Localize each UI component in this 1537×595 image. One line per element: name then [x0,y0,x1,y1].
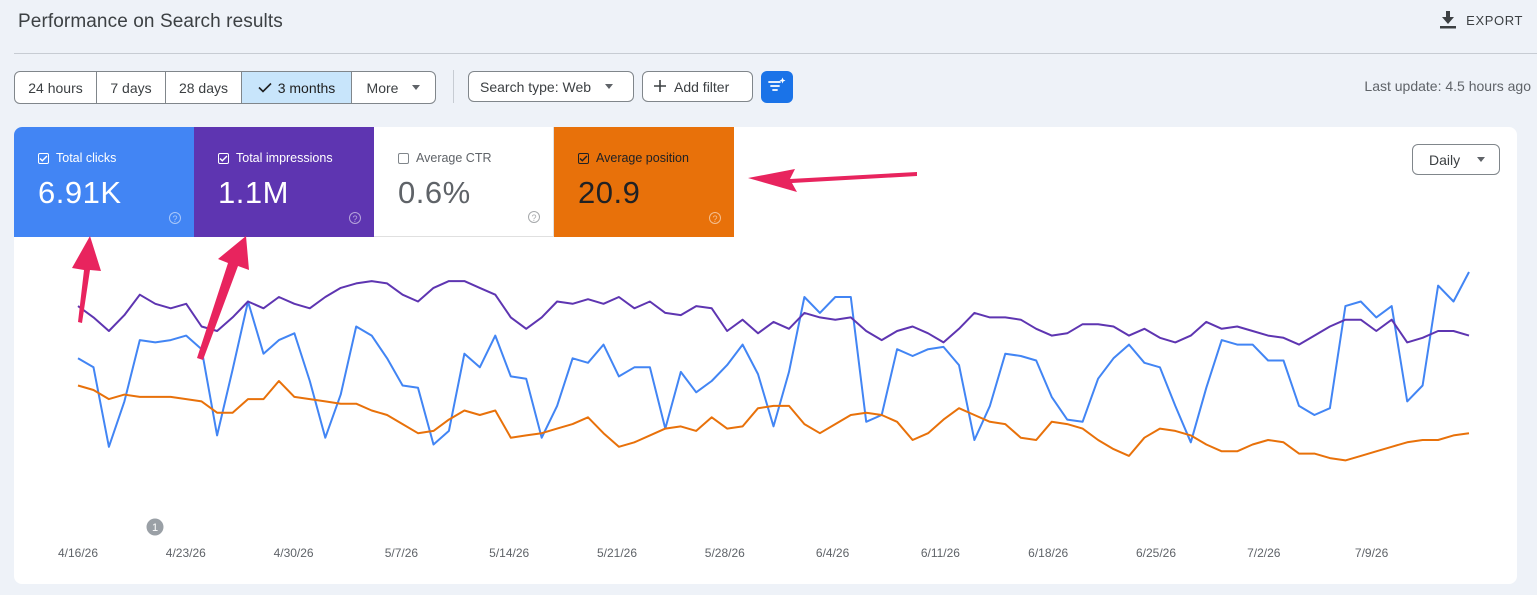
x-tick-label: 6/25/26 [1136,546,1176,560]
x-tick-label: 5/28/26 [705,546,745,560]
last-update-text: Last update: 4.5 hours ago [1364,78,1531,94]
export-label: EXPORT [1466,12,1523,28]
download-icon [1440,11,1457,29]
range-more-dropdown[interactable]: More [352,72,435,103]
annotation-marker-label: 1 [152,522,158,534]
x-tick-label: 5/21/26 [597,546,637,560]
header-divider [14,53,1537,54]
performance-line-chart: 1 4/16/26 4/23/26 4/30/26 5/7/26 5/14/26 5/21… [58,271,1470,560]
x-tick-label: 6/4/26 [816,546,850,560]
comparison-filter-button[interactable] [761,71,793,103]
performance-chart-card: Total clicks 6.91K ? Total impressions 1… [14,127,1517,584]
x-tick-label: 5/7/26 [385,546,419,560]
page-title: Performance on Search results [18,11,283,32]
range-label: 3 months [277,79,336,96]
chevron-down-icon [605,84,614,89]
range-28-days-button[interactable]: 28 days [166,72,242,103]
x-tick-label: 5/14/26 [489,546,529,560]
range-7-days-button[interactable]: 7 days [97,72,166,103]
x-tick-label: 6/11/26 [921,546,960,560]
filter-sparkle-icon [768,77,786,98]
x-tick-label: 4/23/26 [166,546,206,560]
search-type-dropdown[interactable]: Search type: Web [468,71,634,102]
add-filter-button[interactable]: Add filter [642,71,753,102]
x-tick-label: 7/9/26 [1355,546,1389,560]
annotation-marker[interactable]: 1 [146,518,164,536]
chevron-down-icon [412,85,421,90]
date-range-selector: 24 hours 7 days 28 days 3 months More [14,71,436,104]
series-line-total-impressions[interactable] [77,280,1470,346]
series-line-average-position[interactable] [77,380,1470,462]
search-type-label: Search type: Web [480,78,592,95]
plus-icon [654,79,666,95]
x-tick-label: 4/30/26 [274,546,314,560]
add-filter-label: Add filter [674,78,730,95]
range-label: 7 days [110,79,152,96]
x-tick-label: 6/18/26 [1028,546,1068,560]
check-icon [258,80,272,96]
x-tick-label: 7/2/26 [1247,546,1281,560]
range-label: 28 days [178,79,229,96]
range-label: More [366,79,399,96]
range-3-months-button[interactable]: 3 months [242,72,352,103]
series-line-total-clicks[interactable] [77,271,1470,448]
x-tick-label: 4/16/26 [58,546,98,560]
range-24-hours-button[interactable]: 24 hours [15,72,97,103]
export-button[interactable]: EXPORT [1440,11,1523,29]
toolbar-divider [453,70,454,103]
range-label: 24 hours [28,79,83,96]
